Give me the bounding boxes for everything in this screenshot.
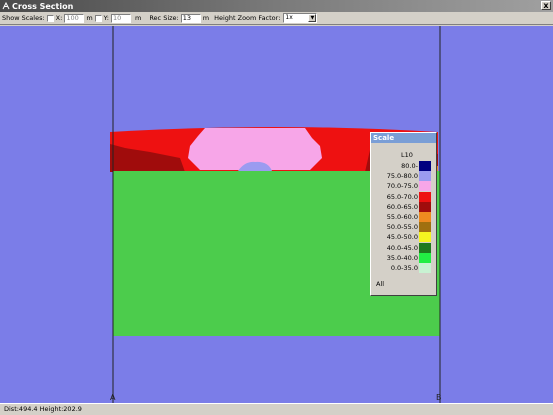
scale-range-label: 75.0-80.0 <box>386 172 418 181</box>
scale-legend-item: 35.0-40.0 <box>375 252 433 263</box>
scale-range-label: 40.0-45.0 <box>386 243 418 252</box>
close-button[interactable]: x <box>541 1 551 10</box>
scale-color-swatch <box>419 181 431 192</box>
window-title: Cross Section <box>12 1 74 11</box>
scale-range-label: 55.0-60.0 <box>386 213 418 221</box>
status-distance: Dist:494.4 <box>4 405 38 413</box>
section-marker-a: A <box>110 393 116 402</box>
scale-range-label: 35.0-40.0 <box>386 253 418 262</box>
scale-legend-item: 45.0-50.0 <box>375 232 433 243</box>
scale-legend-item: 60.0-65.0 <box>375 201 433 212</box>
scale-legend-item: 80.0- <box>375 161 433 171</box>
scale-color-swatch <box>419 242 431 253</box>
y-unit: m <box>134 14 142 22</box>
rec-size-label: Rec Size: <box>149 14 179 22</box>
show-scales-y-checkbox[interactable] <box>94 14 102 22</box>
scale-panel[interactable]: Scale L10 80.0- 75.0-80.0 70.0-75.0 65.0-70… <box>370 132 437 296</box>
scale-range-label: 60.0-65.0 <box>386 202 418 211</box>
scale-legend-item: 0.0-35.0 <box>375 263 433 273</box>
scale-color-swatch <box>419 212 431 222</box>
scale-color-swatch <box>419 191 431 202</box>
scale-variable: L10 <box>401 151 413 159</box>
scale-color-swatch <box>419 171 431 182</box>
scale-color-swatch <box>419 263 431 273</box>
scale-all-label: All <box>376 280 385 288</box>
x-label: X: <box>55 14 63 22</box>
show-scales-label: Show Scales: <box>2 14 45 22</box>
x-scale-input[interactable]: 100 <box>64 13 85 23</box>
scale-legend-item: 65.0-70.0 <box>375 191 433 202</box>
rec-size-input[interactable]: 13 <box>180 13 201 23</box>
height-zoom-select[interactable]: 1x ▼ <box>283 13 318 23</box>
scale-color-swatch <box>419 201 431 212</box>
chevron-down-icon[interactable]: ▼ <box>308 14 317 22</box>
rec-size-unit: m <box>202 14 210 22</box>
y-label: Y: <box>103 14 109 22</box>
toolbar: Show Scales: X: 100 m Y: 10 m Rec Size: … <box>0 12 553 25</box>
height-zoom-value: 1x <box>285 14 293 21</box>
scale-legend-item: 55.0-60.0 <box>375 212 433 222</box>
scale-legend-item: 50.0-55.0 <box>375 222 433 233</box>
scale-color-swatch <box>419 222 431 233</box>
y-scale-input[interactable]: 10 <box>110 13 131 23</box>
status-bar: Dist:494.4 Height:202.9 <box>0 403 553 415</box>
scale-range-label: 0.0-35.0 <box>390 264 418 272</box>
height-zoom-label: Height Zoom Factor: <box>214 14 281 22</box>
app-icon <box>2 2 10 10</box>
scale-color-swatch <box>419 161 431 171</box>
show-scales-x-checkbox[interactable] <box>46 14 54 22</box>
scale-legend-item: 40.0-45.0 <box>375 242 433 253</box>
scale-range-label: 45.0-50.0 <box>386 233 418 242</box>
section-marker-b: B <box>436 393 442 402</box>
cross-section-canvas[interactable] <box>0 26 553 403</box>
cross-section-plot <box>110 26 441 403</box>
scale-range-label: 80.0- <box>401 162 418 170</box>
title-bar: Cross Section x <box>0 0 553 12</box>
scale-color-swatch <box>419 252 431 263</box>
scale-legend-item: 70.0-75.0 <box>375 181 433 192</box>
scale-range-label: 70.0-75.0 <box>386 182 418 191</box>
scale-range-label: 65.0-70.0 <box>386 192 418 201</box>
scale-range-label: 50.0-55.0 <box>386 223 418 232</box>
scale-panel-title: Scale <box>371 133 436 143</box>
scale-color-swatch <box>419 232 431 243</box>
scale-legend-item: 75.0-80.0 <box>375 171 433 182</box>
status-height: Height:202.9 <box>39 405 82 413</box>
x-unit: m <box>86 14 93 22</box>
